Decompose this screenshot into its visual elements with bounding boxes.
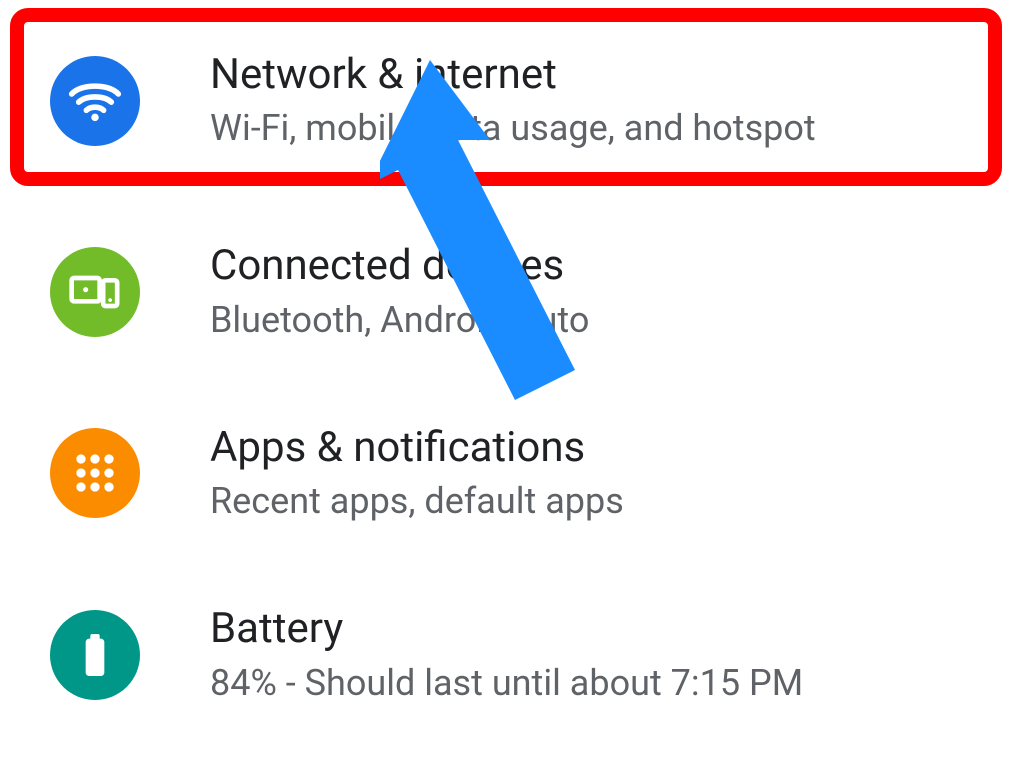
item-subtitle: Recent apps, default apps (210, 479, 624, 524)
item-text: Network & internet Wi-Fi, mobile, data u… (210, 50, 816, 151)
settings-list: Network & internet Wi-Fi, mobile, data u… (0, 0, 1024, 746)
item-title: Apps & notifications (210, 423, 624, 473)
item-text: Apps & notifications Recent apps, defaul… (210, 423, 624, 524)
item-subtitle: Bluetooth, Android Auto (210, 298, 589, 343)
item-title: Network & internet (210, 50, 816, 100)
settings-item-apps[interactable]: Apps & notifications Recent apps, defaul… (0, 383, 1024, 564)
settings-item-network[interactable]: Network & internet Wi-Fi, mobile, data u… (0, 0, 1024, 201)
devices-icon (50, 247, 140, 337)
item-title: Connected devices (210, 241, 589, 291)
settings-item-connected-devices[interactable]: Connected devices Bluetooth, Android Aut… (0, 201, 1024, 382)
item-subtitle: Wi-Fi, mobile, data usage, and hotspot (210, 106, 816, 151)
battery-icon (50, 610, 140, 700)
item-subtitle: 84% - Should last until about 7:15 PM (210, 661, 803, 706)
settings-item-battery[interactable]: Battery 84% - Should last until about 7:… (0, 564, 1024, 745)
item-text: Battery 84% - Should last until about 7:… (210, 604, 803, 705)
wifi-icon (50, 56, 140, 146)
item-text: Connected devices Bluetooth, Android Aut… (210, 241, 589, 342)
item-title: Battery (210, 604, 803, 654)
apps-icon (50, 428, 140, 518)
